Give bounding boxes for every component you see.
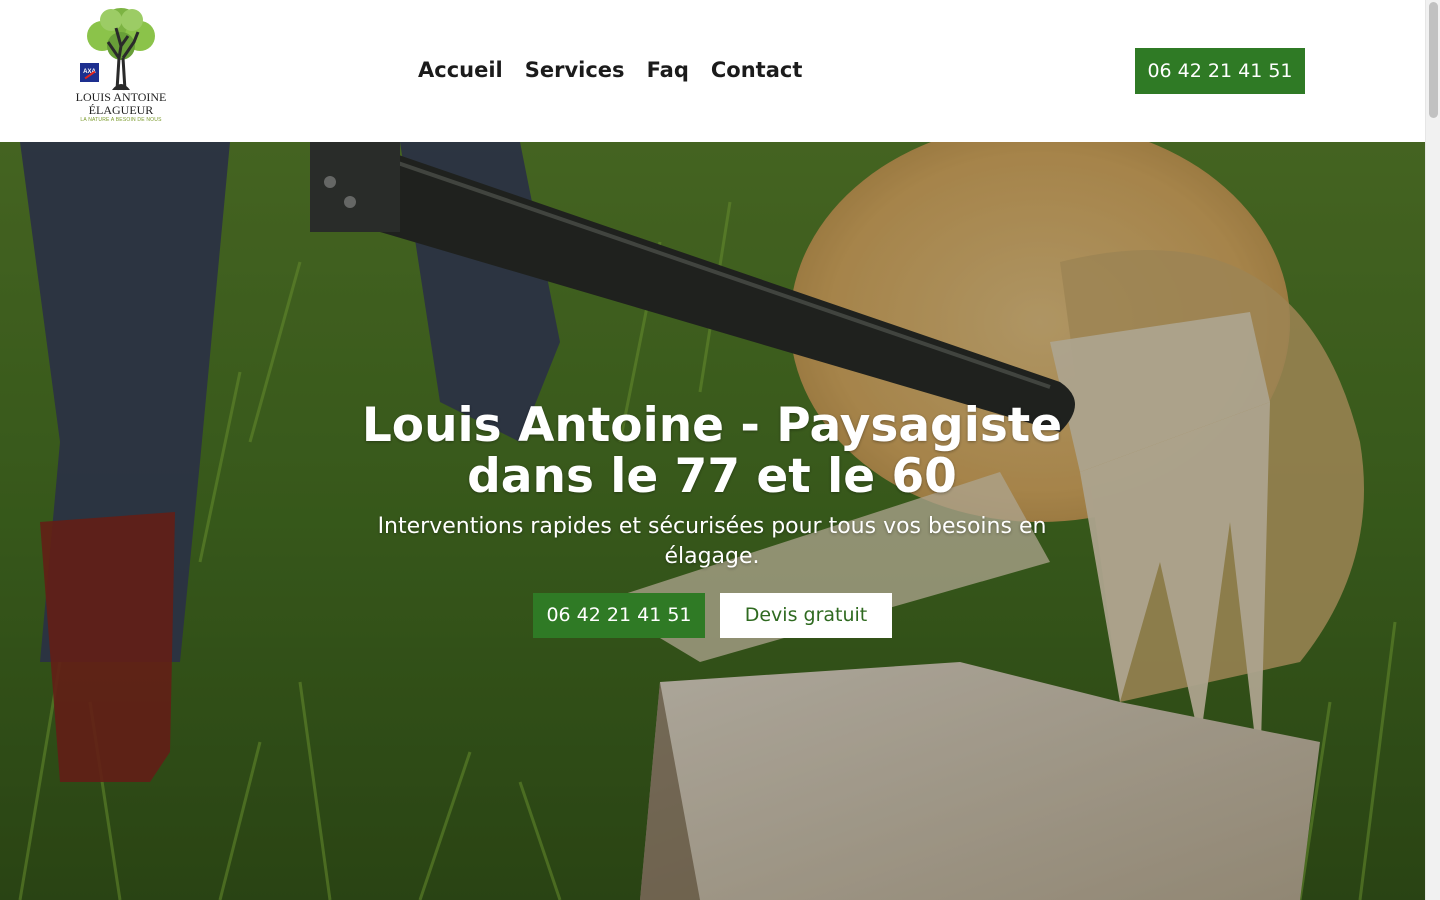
nav-item-services[interactable]: Services <box>525 55 625 85</box>
page-scrollbar[interactable] <box>1425 0 1440 900</box>
main-nav: Accueil Services Faq Contact <box>418 55 802 85</box>
hero-section: Louis Antoine - Paysagiste dans le 77 et… <box>0 142 1425 900</box>
page: AXA LOUIS ANTOINE ÉLAGUEUR LA NATURE A B… <box>0 0 1425 900</box>
axa-badge: AXA <box>80 63 99 82</box>
brand-tagline: LA NATURE A BESOIN DE NOUS <box>80 117 162 123</box>
hero-title-line1: Louis Antoine - Paysagiste <box>361 398 1063 453</box>
scrollbar-thumb[interactable] <box>1429 2 1438 118</box>
hero-subtitle: Interventions rapides et sécurisées pour… <box>377 514 1047 569</box>
hero-cta-group: 06 42 21 41 51 Devis gratuit <box>533 593 892 638</box>
header-phone-button[interactable]: 06 42 21 41 51 <box>1135 48 1305 94</box>
nav-item-contact[interactable]: Contact <box>711 55 803 85</box>
brand-logo[interactable]: AXA LOUIS ANTOINE ÉLAGUEUR LA NATURE A B… <box>70 6 172 126</box>
site-header: AXA LOUIS ANTOINE ÉLAGUEUR LA NATURE A B… <box>0 0 1425 142</box>
brand-subtitle: ÉLAGUEUR <box>88 103 154 117</box>
hero-title-line2: dans le 77 et le 60 <box>467 449 957 504</box>
nav-item-faq[interactable]: Faq <box>647 55 689 85</box>
hero-title: Louis Antoine - Paysagiste dans le 77 et… <box>312 400 1112 502</box>
hero-content: Louis Antoine - Paysagiste dans le 77 et… <box>312 400 1112 572</box>
nav-item-accueil[interactable]: Accueil <box>418 55 503 85</box>
free-quote-button[interactable]: Devis gratuit <box>720 593 892 638</box>
hero-phone-button[interactable]: 06 42 21 41 51 <box>533 593 705 638</box>
